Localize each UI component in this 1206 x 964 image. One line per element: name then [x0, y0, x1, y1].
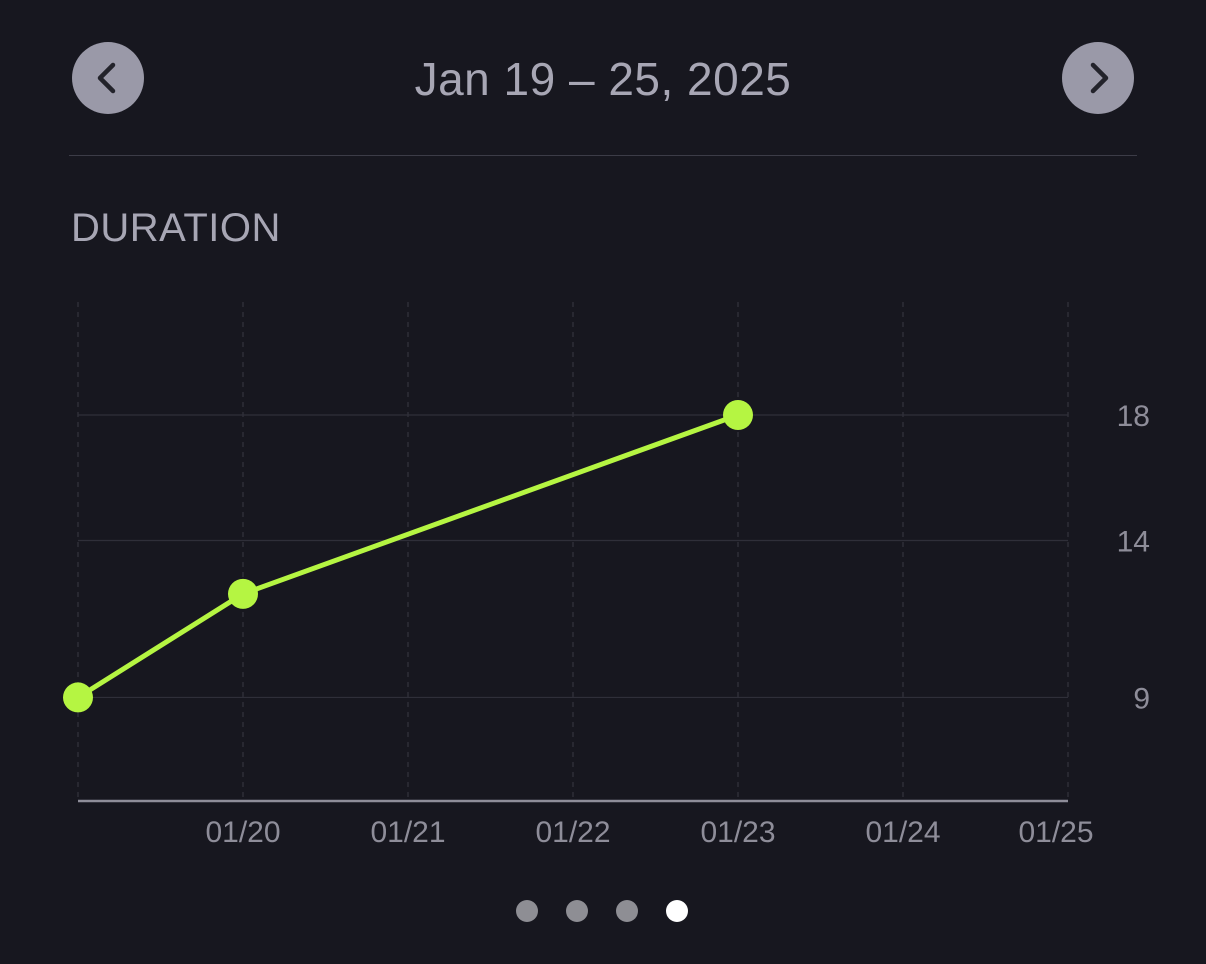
duration-line-chart: 01/20 01/21 01/22 01/23 01/24 01/25 9 14 18: [63, 302, 1150, 849]
y-tick-label: 14: [1117, 526, 1150, 559]
duration-screen: Jan 19 – 25, 2025 DURATION 01/20 01/21 01/…: [0, 0, 1206, 964]
page-dot[interactable]: [616, 900, 638, 922]
data-point: [63, 682, 93, 713]
page-dot[interactable]: [666, 900, 688, 922]
y-tick-label: 9: [1133, 682, 1150, 715]
page-dot[interactable]: [516, 900, 538, 922]
x-tick-label: 01/25: [1018, 816, 1093, 849]
page-dot[interactable]: [566, 900, 588, 922]
y-tick-label: 18: [1117, 400, 1150, 433]
page-indicator: [516, 900, 688, 922]
data-point: [228, 578, 258, 609]
x-tick-label: 01/24: [865, 816, 940, 849]
data-point: [723, 399, 753, 430]
x-tick-label: 01/20: [205, 816, 280, 849]
x-tick-label: 01/22: [535, 816, 610, 849]
x-tick-label: 01/21: [370, 816, 445, 849]
x-tick-label: 01/23: [700, 816, 775, 849]
